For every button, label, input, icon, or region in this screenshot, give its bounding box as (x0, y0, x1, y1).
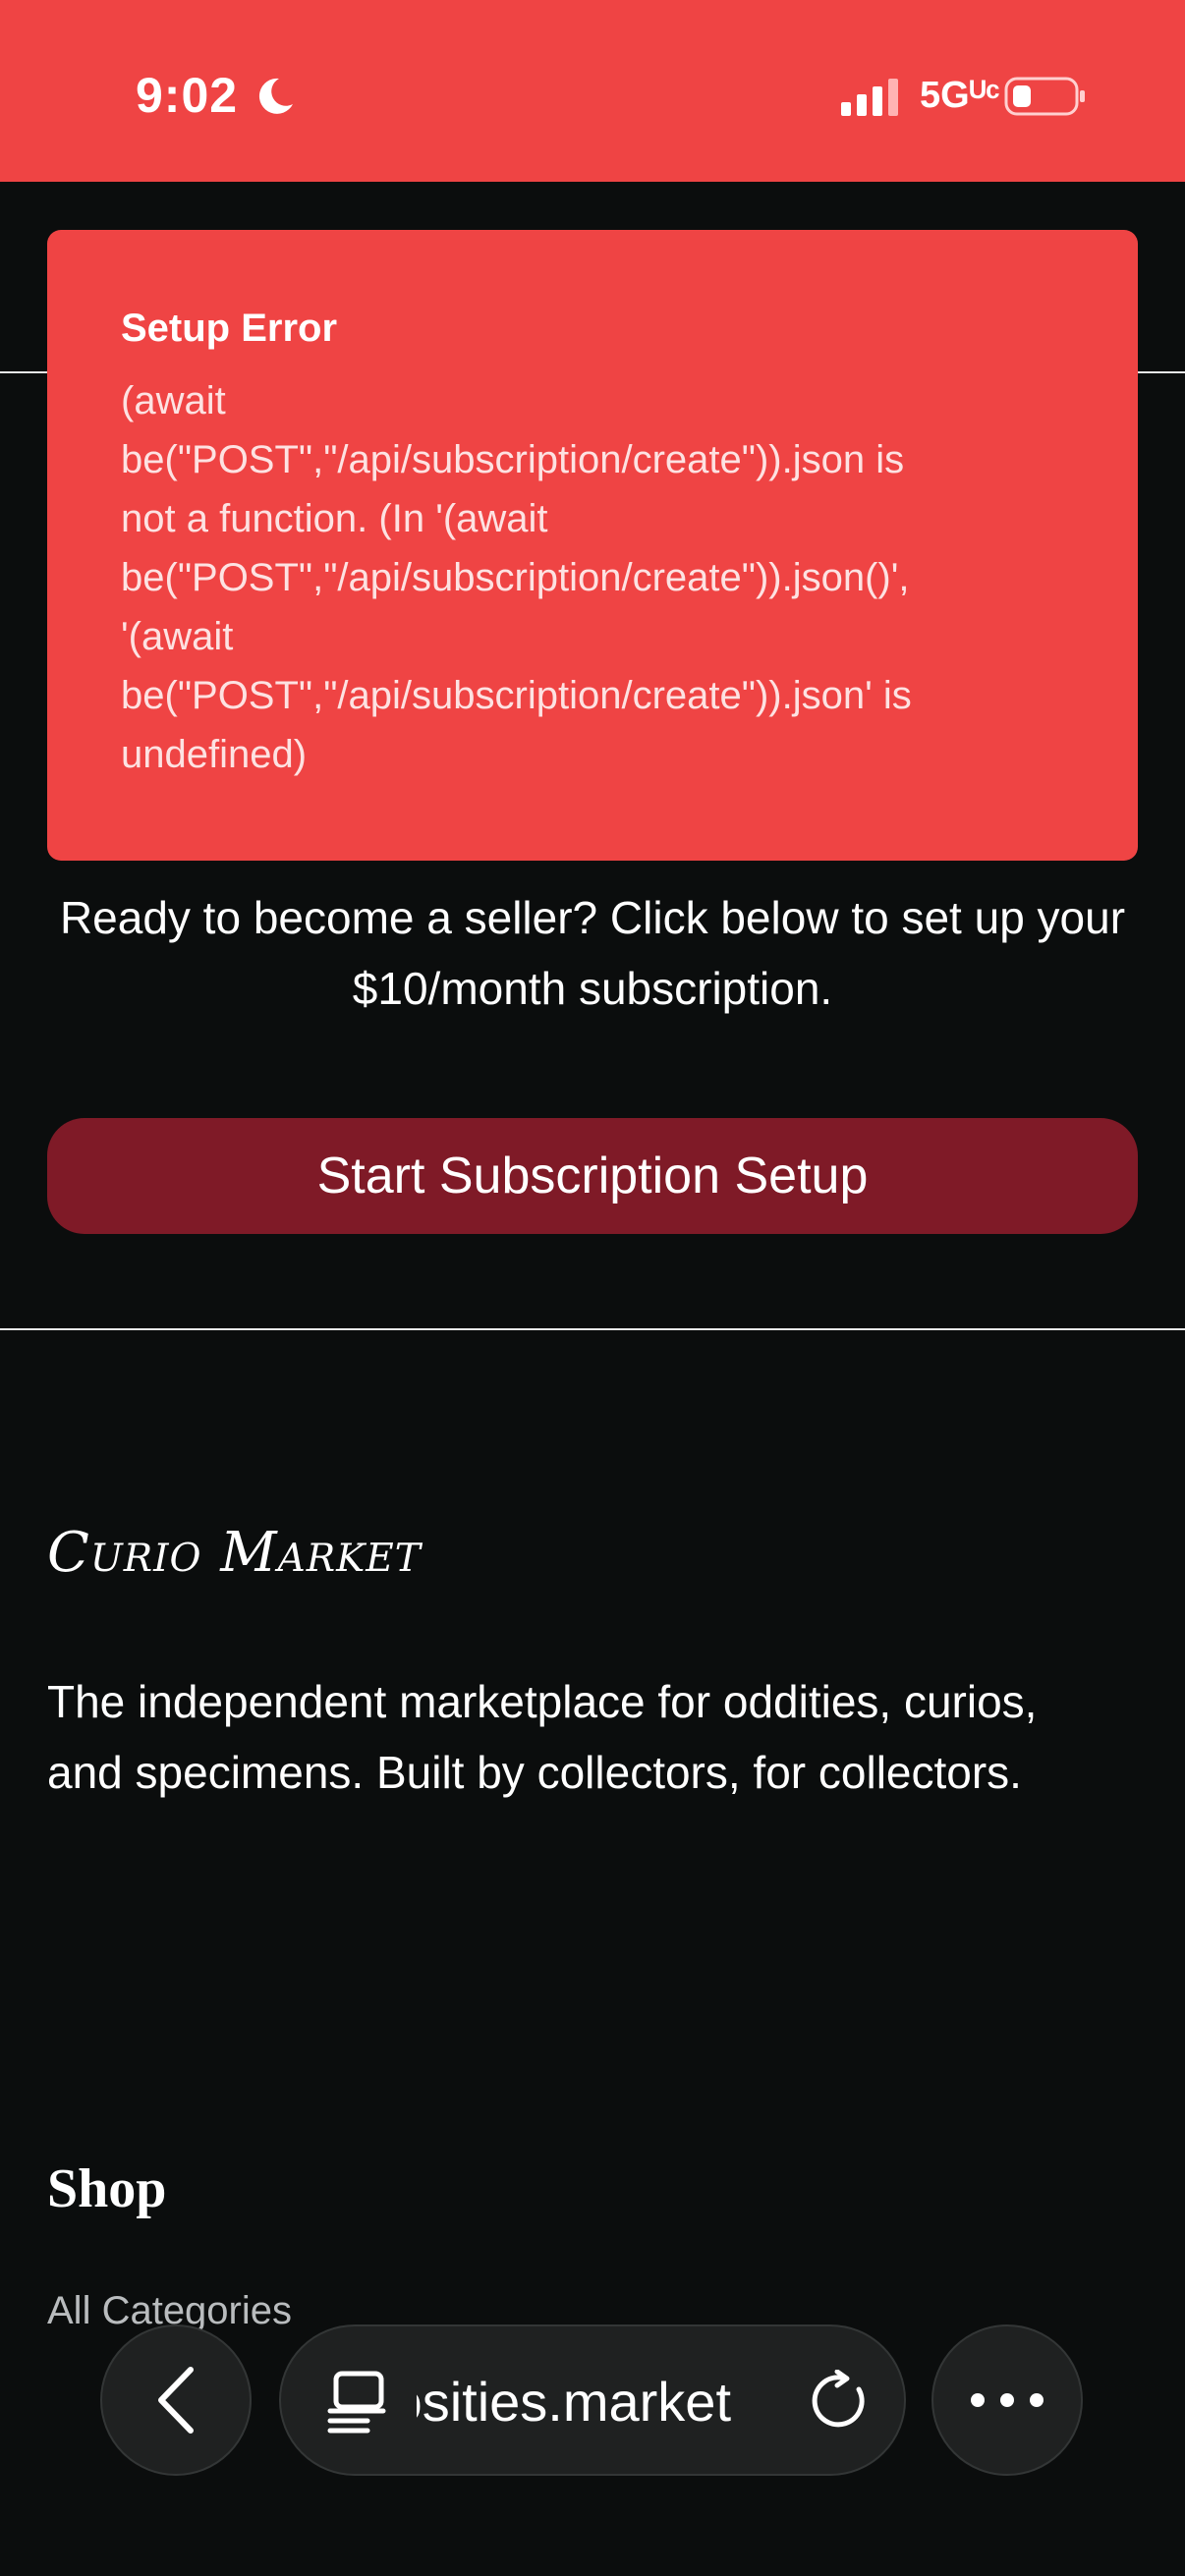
address-bar[interactable]: osities.market (279, 2324, 906, 2476)
error-title: Setup Error (121, 307, 338, 350)
shop-heading: Shop (47, 2158, 167, 2219)
url-text[interactable]: osities.market (417, 2370, 731, 2435)
seller-intro-text: Ready to become a seller? Click below to… (59, 892, 1126, 1014)
brand-description: The independent marketplace for oddities… (47, 1676, 1038, 1798)
status-time: 9:02 (136, 68, 239, 123)
moon-icon (258, 78, 293, 114)
network-type: 5Gᵁᶜ (920, 75, 1000, 116)
page: 9:02 5Gᵁᶜ Setup Error (await be("POST","… (0, 0, 1185, 2576)
signal-icon (841, 79, 898, 116)
battery-icon (1004, 77, 1085, 116)
more-options-button[interactable] (931, 2324, 1083, 2476)
chevron-left-icon (158, 2367, 194, 2434)
more-dots-icon (971, 2393, 1044, 2407)
section-divider-bottom (0, 1328, 1185, 1330)
status-bar: 9:02 5Gᵁᶜ (0, 0, 1185, 182)
error-message: (await be("POST","/api/subscription/crea… (121, 379, 912, 776)
tabs-icon (327, 2371, 386, 2434)
back-button[interactable] (100, 2324, 252, 2476)
start-subscription-button[interactable]: Start Subscription Setup (47, 1118, 1138, 1234)
error-alert: Setup Error (await be("POST","/api/subsc… (47, 230, 1138, 861)
reload-icon[interactable] (810, 2370, 873, 2433)
brand-logo[interactable]: Curio Market (47, 1521, 422, 1585)
